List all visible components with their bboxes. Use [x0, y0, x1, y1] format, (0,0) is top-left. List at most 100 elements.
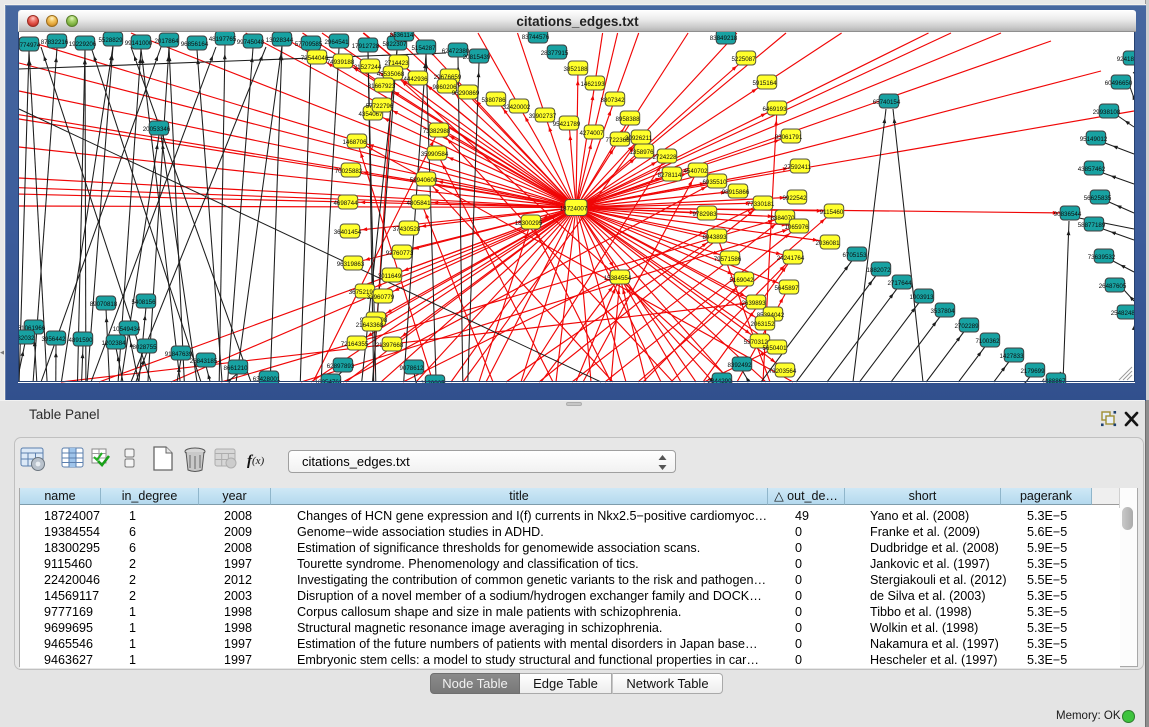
svg-text:33960779: 33960779 — [367, 294, 395, 301]
svg-text:35990584: 35990584 — [421, 151, 449, 158]
svg-text:27592411: 27592411 — [784, 164, 812, 171]
svg-text:4891590: 4891590 — [68, 337, 93, 344]
svg-text:2639893: 2639893 — [741, 300, 766, 307]
svg-text:99745048: 99745048 — [237, 39, 265, 46]
svg-text:56625835: 56625835 — [1084, 195, 1112, 202]
svg-text:43857462: 43857462 — [1078, 166, 1106, 173]
svg-text:31667923: 31667923 — [368, 83, 396, 90]
svg-text:4698744: 4698744 — [333, 200, 358, 207]
svg-text:8807342: 8807342 — [600, 97, 625, 104]
svg-text:5154287: 5154287 — [411, 45, 436, 52]
svg-text:13028344: 13028344 — [266, 37, 294, 44]
svg-text:3011649: 3011649 — [378, 273, 402, 280]
svg-text:18724007: 18724007 — [560, 206, 588, 213]
svg-text:89070818: 89070818 — [90, 301, 118, 308]
svg-text:8661210: 8661210 — [223, 365, 248, 372]
svg-text:21397668: 21397668 — [376, 342, 404, 349]
svg-text:26843185: 26843185 — [190, 358, 218, 365]
svg-text:90836544: 90836544 — [1054, 211, 1082, 218]
svg-text:37430528: 37430528 — [393, 226, 421, 233]
svg-text:26487605: 26487605 — [1099, 283, 1127, 290]
svg-text:25482486: 25482486 — [1111, 310, 1135, 317]
svg-text:5225087: 5225087 — [731, 56, 756, 63]
svg-text:29938108: 29938108 — [1093, 109, 1121, 116]
svg-text:20053346: 20053346 — [143, 126, 171, 133]
svg-text:1427833: 1427833 — [999, 353, 1024, 360]
svg-text:28377915: 28377915 — [541, 50, 569, 57]
svg-text:7100362: 7100362 — [975, 338, 1000, 345]
svg-text:83061791: 83061791 — [775, 134, 803, 141]
svg-text:77330181: 77330181 — [747, 201, 775, 208]
svg-text:2063152: 2063152 — [750, 321, 775, 328]
svg-text:2724228: 2724228 — [652, 154, 677, 161]
svg-text:10549434: 10549434 — [113, 326, 141, 333]
svg-text:58940600: 58940600 — [410, 177, 438, 184]
svg-text:98915866: 98915866 — [722, 189, 750, 196]
svg-text:72164355: 72164355 — [341, 341, 369, 348]
svg-text:48197765: 48197765 — [209, 36, 237, 43]
svg-text:21527244: 21527244 — [354, 64, 382, 71]
svg-text:79571586: 79571586 — [714, 256, 742, 263]
svg-text:8028755: 8028755 — [132, 344, 157, 351]
svg-text:4274007: 4274007 — [579, 130, 604, 137]
svg-text:1202384: 1202384 — [101, 340, 126, 347]
svg-text:8392492: 8392492 — [727, 362, 752, 369]
svg-text:5380786: 5380786 — [481, 97, 506, 104]
svg-text:8958388: 8958388 — [615, 116, 640, 123]
svg-text:2717644: 2717644 — [887, 280, 912, 287]
svg-text:2036081: 2036081 — [815, 240, 840, 247]
svg-text:18300295: 18300295 — [515, 220, 543, 227]
svg-text:5645897: 5645897 — [774, 285, 799, 292]
svg-text:73382988: 73382988 — [423, 128, 451, 135]
svg-text:19229206: 19229206 — [69, 41, 97, 48]
svg-text:1468706: 1468706 — [342, 139, 367, 146]
svg-text:5650401: 5650401 — [762, 345, 787, 352]
svg-text:3537804: 3537804 — [930, 308, 955, 315]
svg-text:3852188: 3852188 — [563, 66, 588, 73]
svg-text:96856164: 96856164 — [181, 41, 209, 48]
svg-text:96290869: 96290869 — [452, 90, 480, 97]
svg-text:89774974: 89774974 — [18, 42, 41, 49]
svg-text:60496650: 60496650 — [1105, 80, 1133, 87]
svg-text:70025882: 70025882 — [335, 168, 363, 175]
svg-text:6705153: 6705153 — [842, 252, 867, 259]
svg-text:4488867: 4488867 — [1041, 378, 1066, 383]
svg-text:2964541: 2964541 — [324, 39, 349, 46]
svg-text:57709585: 57709585 — [295, 41, 323, 48]
svg-text:2017864: 2017864 — [154, 38, 179, 45]
svg-text:74939188: 74939188 — [327, 59, 355, 66]
svg-text:95421789: 95421789 — [553, 121, 581, 128]
svg-text:6935510: 6935510 — [702, 179, 727, 186]
svg-text:5915164: 5915164 — [752, 80, 777, 87]
svg-text:1462193: 1462193 — [580, 81, 605, 88]
svg-text:57722796: 57722796 — [366, 103, 394, 110]
svg-text:1003913: 1003913 — [909, 294, 934, 301]
svg-text:(x): (x) — [252, 455, 265, 467]
svg-text:39902737: 39902737 — [529, 113, 557, 120]
svg-text:58877189: 58877189 — [1078, 222, 1106, 229]
svg-text:93760773: 93760773 — [386, 250, 414, 257]
svg-text:24241764: 24241764 — [777, 255, 805, 262]
svg-text:2179699: 2179699 — [1020, 368, 1045, 375]
svg-text:8943893: 8943893 — [702, 234, 727, 241]
svg-text:5822307: 5822307 — [382, 41, 407, 48]
svg-text:72544046: 72544046 — [301, 55, 329, 62]
svg-text:87832216: 87832216 — [41, 39, 69, 46]
svg-text:6469193: 6469193 — [762, 106, 787, 113]
svg-text:95149012: 95149012 — [1080, 136, 1108, 143]
svg-text:21643368: 21643368 — [356, 322, 384, 329]
svg-text:99141000: 99141000 — [125, 40, 153, 47]
svg-text:15384554: 15384554 — [604, 275, 632, 282]
svg-text:5528829: 5528829 — [98, 37, 123, 44]
svg-text:3956442: 3956442 — [41, 336, 66, 343]
svg-text:62897893: 62897893 — [327, 363, 355, 370]
svg-text:9922542: 9922542 — [782, 195, 807, 202]
svg-text:20815439: 20815439 — [463, 54, 491, 61]
svg-text:9115460: 9115460 — [820, 209, 844, 216]
svg-text:4805841: 4805841 — [406, 200, 431, 207]
svg-text:73639532: 73639532 — [1088, 254, 1116, 261]
svg-text:5408156: 5408156 — [131, 299, 156, 306]
svg-text:8278114: 8278114 — [658, 172, 682, 179]
svg-text:3532032: 3532032 — [18, 335, 35, 342]
svg-text:83849218: 83849218 — [710, 35, 738, 42]
